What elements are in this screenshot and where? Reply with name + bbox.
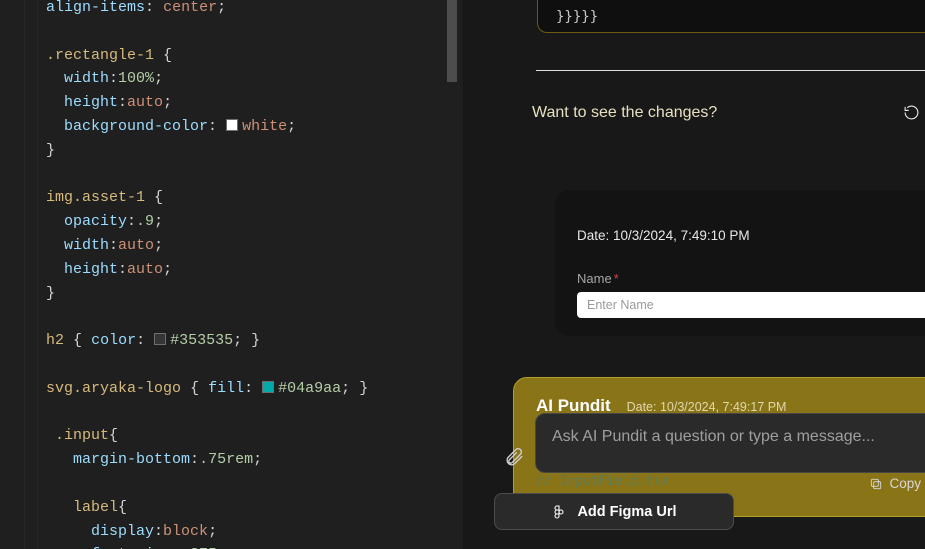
chat-pane: }}}}} Want to see the changes? Push Date… [463,0,925,549]
push-row: Want to see the changes? Push [532,104,925,134]
name-input[interactable] [577,292,925,318]
divider [536,70,925,71]
code-content[interactable]: align-items: center; .rectangle-1 { widt… [46,0,368,549]
scrollbar-thumb[interactable] [447,0,457,82]
add-figma-url-button[interactable]: Add Figma Url [494,493,734,530]
required-asterisk: * [614,271,619,286]
ai-date: Date: 10/3/2024, 7:49:17 PM [627,400,787,414]
attach-icon[interactable] [503,446,525,468]
chat-input[interactable]: Ask AI Pundit a question or type a messa… [535,413,925,473]
push-prompt: Want to see the changes? [532,104,717,121]
form-date: Date: 10/3/2024, 7:49:10 PM [577,228,925,243]
push-button[interactable]: Push [903,104,925,121]
copy-label: Copy [889,476,921,491]
editor-gutter [0,0,38,549]
figma-button-label: Add Figma Url [577,504,676,520]
code-output-bubble: }}}}} [537,0,925,33]
figma-icon [551,504,567,520]
copy-icon [869,477,883,491]
name-label: Name* [577,271,925,286]
preview-form-card: Date: 10/3/2024, 7:49:10 PM Name* [555,190,925,336]
copy-button[interactable]: Copy [869,476,921,491]
undo-icon [903,104,920,121]
editor-scrollbar[interactable] [447,0,457,549]
code-editor-pane[interactable]: align-items: center; .rectangle-1 { widt… [0,0,460,549]
ai-code-comment: // InputField.tsx [536,474,920,489]
chat-input-placeholder: Ask AI Pundit a question or type a messa… [552,428,875,446]
code-tail: }}}}} [556,9,598,25]
